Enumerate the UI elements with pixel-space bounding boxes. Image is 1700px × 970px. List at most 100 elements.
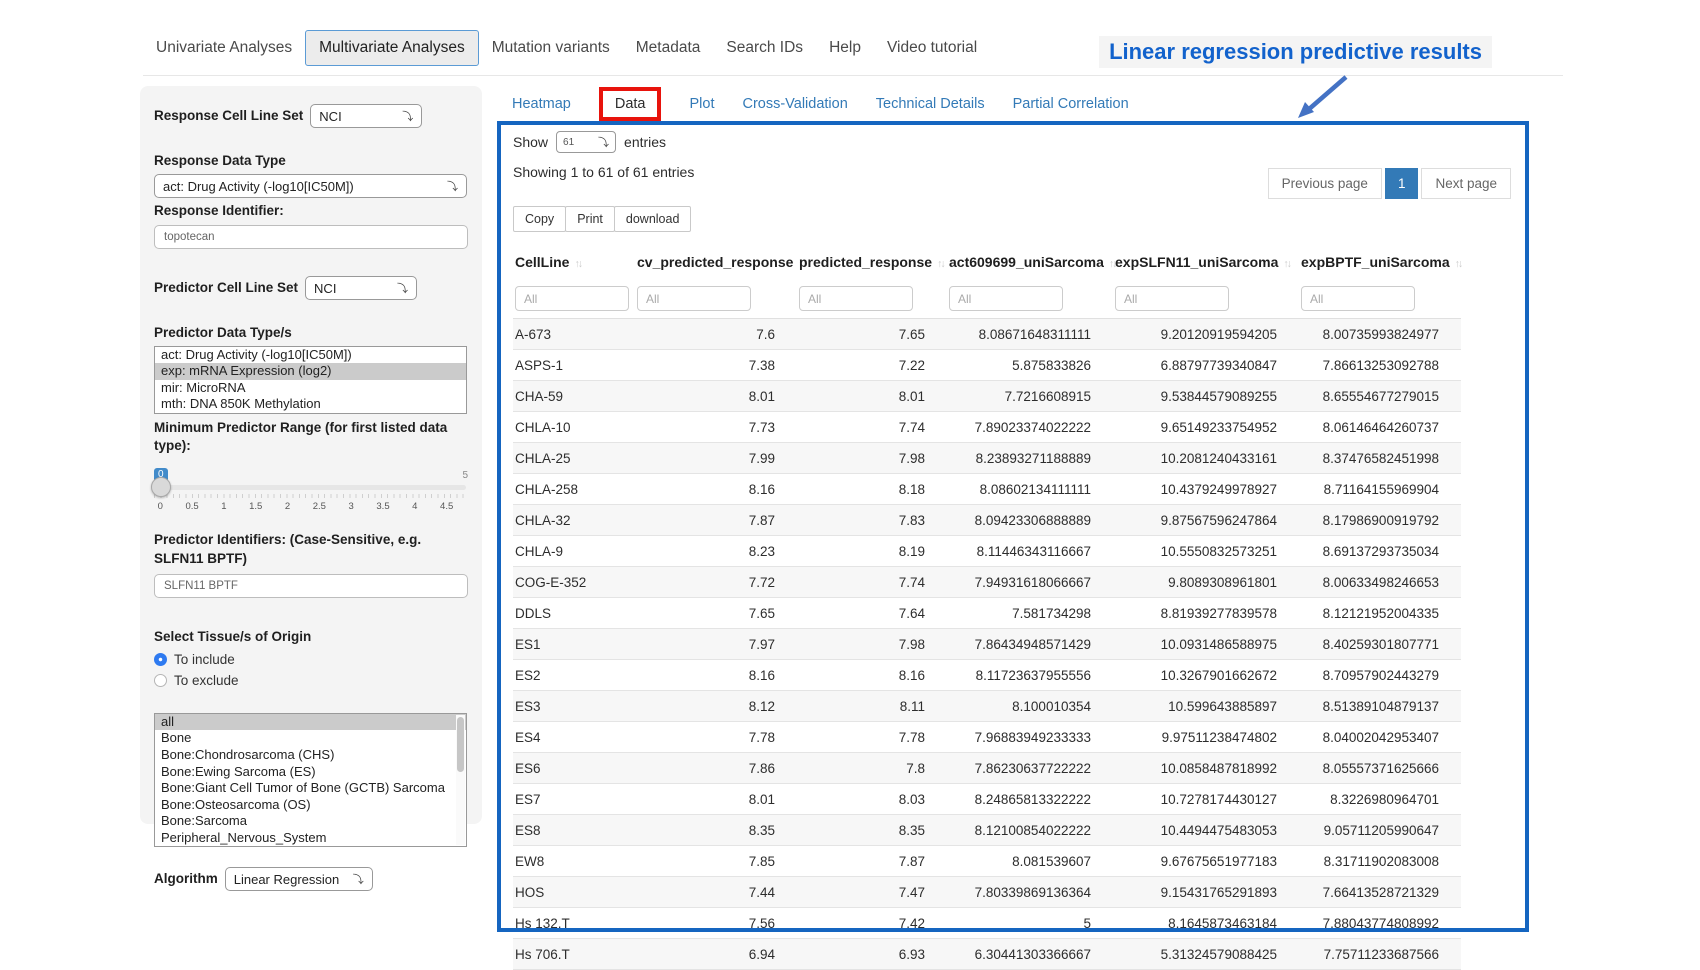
sort-icon[interactable]: ↑↓ bbox=[1283, 258, 1290, 270]
predictor-identifiers-input[interactable] bbox=[154, 574, 468, 598]
algorithm-select[interactable]: Linear Regression ⤵ bbox=[225, 867, 373, 891]
cell-value: 7.96883949233333 bbox=[947, 722, 1113, 753]
tab-data[interactable]: Data bbox=[599, 87, 662, 121]
cell-value: 8.23 bbox=[635, 536, 797, 567]
column-header-act609699-unisarcoma[interactable]: act609699_uniSarcoma↑↓ bbox=[947, 245, 1113, 277]
tab-partial-correlation[interactable]: Partial Correlation bbox=[1013, 96, 1129, 112]
sort-icon[interactable]: ↑↓ bbox=[574, 258, 581, 270]
nav-item-video-tutorial[interactable]: Video tutorial bbox=[874, 31, 990, 65]
table-row[interactable]: HOS7.447.477.803398691363649.15431765291… bbox=[513, 877, 1461, 908]
radio-dot-icon[interactable] bbox=[154, 653, 167, 666]
table-row[interactable]: CHLA-98.238.198.1144634311666710.5550832… bbox=[513, 536, 1461, 567]
nav-item-mutation-variants[interactable]: Mutation variants bbox=[479, 31, 623, 65]
sort-icon[interactable]: ↑↓ bbox=[1455, 258, 1462, 270]
next-page-button[interactable]: Next page bbox=[1421, 168, 1511, 199]
list-option-mth-dna-850k-methylation[interactable]: mth: DNA 850K Methylation bbox=[155, 396, 466, 413]
tissue-list[interactable]: allBoneBone:Chondrosarcoma (CHS)Bone:Ewi… bbox=[154, 713, 467, 847]
list-option-bone-giant-cell-tumor-of-bone-gctb-sarcoma[interactable]: Bone:Giant Cell Tumor of Bone (GCTB) Sar… bbox=[155, 780, 466, 797]
list-option-mir-microrna[interactable]: mir: MicroRNA bbox=[155, 380, 466, 397]
show-entries-select[interactable]: 61 ⤵ bbox=[556, 131, 616, 153]
cell-value: 7.65 bbox=[797, 319, 947, 350]
radio-to-include[interactable]: To include bbox=[154, 652, 468, 667]
nav-item-multivariate-analyses[interactable]: Multivariate Analyses bbox=[305, 30, 479, 66]
copy-button[interactable]: Copy bbox=[513, 206, 566, 232]
table-row[interactable]: Hs 706.T6.946.936.304413033666675.313245… bbox=[513, 939, 1461, 970]
table-row[interactable]: CHLA-257.997.988.2389327118888910.208124… bbox=[513, 443, 1461, 474]
list-option-all[interactable]: all bbox=[155, 714, 466, 731]
table-row[interactable]: CHLA-327.877.838.094233068888899.8756759… bbox=[513, 505, 1461, 536]
list-option-bone-osteosarcoma-os[interactable]: Bone:Osteosarcoma (OS) bbox=[155, 797, 466, 814]
previous-page-button[interactable]: Previous page bbox=[1268, 168, 1382, 199]
nav-item-search-ids[interactable]: Search IDs bbox=[713, 31, 816, 65]
scrollbar[interactable] bbox=[456, 715, 465, 845]
tab-cross-validation[interactable]: Cross-Validation bbox=[742, 96, 847, 112]
table-row[interactable]: ES88.358.358.1210085402222210.4494475483… bbox=[513, 815, 1461, 846]
table-row[interactable]: CHLA-107.737.747.890233740222229.6514923… bbox=[513, 412, 1461, 443]
table-row[interactable]: ES17.977.987.8643494857142910.0931486588… bbox=[513, 629, 1461, 660]
table-row[interactable]: ES38.128.118.10001035410.5996438858978.5… bbox=[513, 691, 1461, 722]
table-row[interactable]: CHLA-2588.168.188.0860213411111110.43792… bbox=[513, 474, 1461, 505]
table-row[interactable]: ES28.168.168.1172363795555610.3267901662… bbox=[513, 660, 1461, 691]
filter-input-cv-predicted-response[interactable] bbox=[637, 286, 751, 311]
filter-input-expslfn11-unisarcoma[interactable] bbox=[1115, 286, 1229, 311]
pagination: Previous page 1 Next page bbox=[1268, 168, 1511, 199]
response-identifier-input[interactable] bbox=[154, 225, 468, 249]
response-identifier-label: Response Identifier: bbox=[154, 202, 468, 220]
nav-item-metadata[interactable]: Metadata bbox=[623, 31, 714, 65]
list-option-bone-sarcoma[interactable]: Bone:Sarcoma bbox=[155, 813, 466, 830]
table-row[interactable]: A-6737.67.658.086716483111119.2012091959… bbox=[513, 319, 1461, 350]
tab-technical-details[interactable]: Technical Details bbox=[876, 96, 985, 112]
table-row[interactable]: EW87.857.878.0815396079.676756519771838.… bbox=[513, 846, 1461, 877]
filter-input-expbptf-unisarcoma[interactable] bbox=[1301, 286, 1415, 311]
cell-value: 8.06146464260737 bbox=[1299, 412, 1461, 443]
predictor-data-type-list[interactable]: act: Drug Activity (-log10[IC50M])exp: m… bbox=[154, 346, 467, 414]
download-button[interactable]: download bbox=[614, 206, 692, 232]
table-row[interactable]: Hs 132.T7.567.4258.16458734631847.880437… bbox=[513, 908, 1461, 939]
table-row[interactable]: DDLS7.657.647.5817342988.819392778395788… bbox=[513, 598, 1461, 629]
current-page-button[interactable]: 1 bbox=[1385, 168, 1419, 199]
table-row[interactable]: ES47.787.787.968839492333339.97511238474… bbox=[513, 722, 1461, 753]
cell-line-name: ES4 bbox=[513, 722, 635, 753]
table-row[interactable]: ASPS-17.387.225.8758338266.8879773934084… bbox=[513, 350, 1461, 381]
cell-value: 9.87567596247864 bbox=[1113, 505, 1299, 536]
list-option-bone-ewing-sarcoma-es[interactable]: Bone:Ewing Sarcoma (ES) bbox=[155, 764, 466, 781]
column-header-cellline[interactable]: CellLine↑↓ bbox=[513, 245, 635, 277]
cell-value: 8.11 bbox=[797, 691, 947, 722]
list-option-bone[interactable]: Bone bbox=[155, 730, 466, 747]
nav-item-help[interactable]: Help bbox=[816, 31, 874, 65]
list-option-act-drug-activity-log10-ic50m[interactable]: act: Drug Activity (-log10[IC50M]) bbox=[155, 347, 466, 364]
slider-track[interactable] bbox=[154, 485, 466, 490]
radio-dot-icon[interactable] bbox=[154, 674, 167, 687]
list-option-bone-chondrosarcoma-chs[interactable]: Bone:Chondrosarcoma (CHS) bbox=[155, 747, 466, 764]
filter-input-predicted-response[interactable] bbox=[799, 286, 913, 311]
column-header-predicted-response[interactable]: predicted_response↑↓ bbox=[797, 245, 947, 277]
min-predictor-range-slider[interactable]: 0 5 00.511.522.533.544.5 bbox=[154, 485, 466, 515]
response-cell-line-set-select[interactable]: NCI ⤵ bbox=[310, 104, 422, 128]
column-header-expslfn11-unisarcoma[interactable]: expSLFN11_uniSarcoma↑↓ bbox=[1113, 245, 1299, 277]
response-data-type-select[interactable]: act: Drug Activity (-log10[IC50M]) ⤵ bbox=[154, 174, 467, 198]
column-header-expbptf-unisarcoma[interactable]: expBPTF_uniSarcoma↑↓ bbox=[1299, 245, 1461, 277]
cell-value: 7.74 bbox=[797, 567, 947, 598]
tab-plot[interactable]: Plot bbox=[689, 96, 714, 112]
cell-value: 7.78 bbox=[635, 722, 797, 753]
cell-value: 8.00633498246653 bbox=[1299, 567, 1461, 598]
table-row[interactable]: ES78.018.038.2486581332222210.7278174430… bbox=[513, 784, 1461, 815]
print-button[interactable]: Print bbox=[565, 206, 615, 232]
list-option-peripheral-nervous-system[interactable]: Peripheral_Nervous_System bbox=[155, 830, 466, 847]
cell-value: 8.081539607 bbox=[947, 846, 1113, 877]
table-row[interactable]: CHA-598.018.017.72166089159.538445790892… bbox=[513, 381, 1461, 412]
predictor-cell-line-set-select[interactable]: NCI ⤵ bbox=[305, 276, 417, 300]
column-header-cv-predicted-response[interactable]: cv_predicted_response↑↓ bbox=[635, 245, 797, 277]
sort-icon[interactable]: ↑↓ bbox=[937, 258, 944, 270]
nav-item-univariate-analyses[interactable]: Univariate Analyses bbox=[143, 31, 305, 65]
radio-to-exclude[interactable]: To exclude bbox=[154, 673, 468, 688]
scrollbar-thumb[interactable] bbox=[457, 717, 464, 772]
table-row[interactable]: COG-E-3527.727.747.949316180666679.80893… bbox=[513, 567, 1461, 598]
filter-input-act609699-unisarcoma[interactable] bbox=[949, 286, 1063, 311]
filter-input-cellline[interactable] bbox=[515, 286, 629, 311]
cell-value: 8.17986900919792 bbox=[1299, 505, 1461, 536]
tab-heatmap[interactable]: Heatmap bbox=[512, 96, 571, 112]
list-option-exp-mrna-expression-log2[interactable]: exp: mRNA Expression (log2) bbox=[155, 363, 466, 380]
cell-value: 6.30441303366667 bbox=[947, 939, 1113, 970]
table-row[interactable]: ES67.867.87.8623063772222210.08584878189… bbox=[513, 753, 1461, 784]
